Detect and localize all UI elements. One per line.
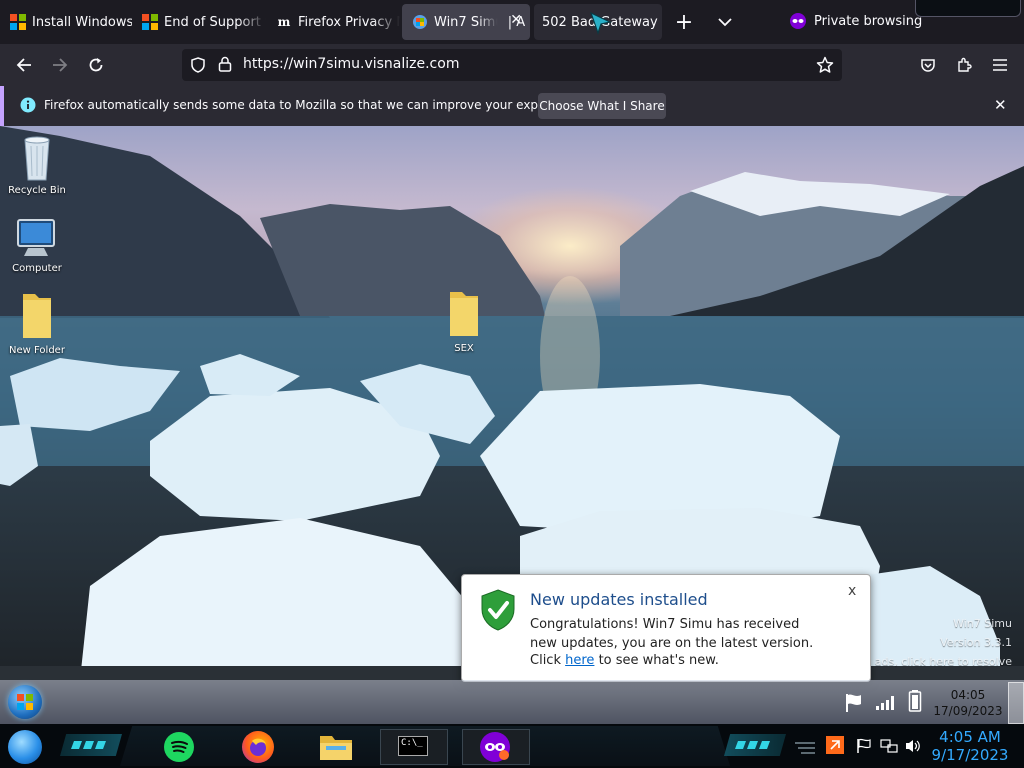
file-explorer-icon[interactable] bbox=[318, 732, 354, 762]
close-notification-icon[interactable]: ✕ bbox=[994, 96, 1007, 114]
chevron-down-icon[interactable] bbox=[710, 7, 740, 37]
extensions-puzzle-icon[interactable] bbox=[949, 50, 979, 80]
computer-icon bbox=[17, 219, 55, 256]
private-mask-icon bbox=[790, 13, 806, 29]
desktop-icon-computer[interactable]: Computer bbox=[2, 218, 72, 274]
mozilla-m-icon: m bbox=[277, 15, 291, 29]
system-time: 4:05 AM bbox=[939, 728, 1001, 746]
watermark-version: Version 3.3.1 bbox=[940, 636, 1012, 649]
notification-text: Firefox automatically sends some data to… bbox=[44, 98, 587, 112]
folder-icon bbox=[23, 294, 51, 338]
security-shield-check-icon bbox=[480, 589, 516, 635]
tab-win7-simu[interactable]: Win7 Simu | A ✕ bbox=[402, 4, 530, 40]
data-collection-notification-bar: Firefox automatically sends some data to… bbox=[0, 86, 1024, 126]
launcher-orb-button[interactable] bbox=[8, 730, 42, 764]
firefox-icon[interactable] bbox=[242, 731, 274, 763]
new-tab-icon[interactable]: + bbox=[669, 7, 699, 37]
toast-suffix-text: to see what's new. bbox=[598, 653, 719, 668]
tab-label: Install Windows bbox=[32, 14, 132, 30]
watermark[interactable]: Win7 Simu Version 3.3.1 ads, click here … bbox=[875, 614, 1012, 671]
tab-install-windows[interactable]: Install Windows bbox=[0, 4, 132, 40]
back-arrow-icon[interactable] bbox=[9, 50, 39, 80]
terminal-window-button[interactable]: C:\_ bbox=[380, 729, 448, 765]
action-center-flag-icon[interactable] bbox=[844, 692, 864, 718]
private-browsing-indicator: Private browsing bbox=[790, 13, 922, 29]
taskbar-date: 17/09/2023 bbox=[933, 704, 1003, 718]
close-tab-icon[interactable]: ✕ bbox=[510, 12, 522, 28]
lock-icon[interactable] bbox=[218, 56, 232, 76]
action-center-flag-icon[interactable] bbox=[856, 738, 872, 758]
private-browsing-label: Private browsing bbox=[814, 13, 923, 29]
windows-logo-icon bbox=[10, 14, 26, 30]
new-folder-label: New Folder bbox=[9, 345, 65, 356]
desktop-icon-sex-folder[interactable]: SEX bbox=[429, 288, 499, 354]
folder-icon bbox=[450, 292, 478, 336]
toast-click-text: Click bbox=[530, 653, 561, 668]
network-icon[interactable] bbox=[880, 738, 898, 758]
spotify-icon[interactable] bbox=[164, 732, 194, 762]
app-tray-icon[interactable] bbox=[826, 736, 844, 754]
system-date: 9/17/2023 bbox=[931, 746, 1009, 764]
toast-here-link[interactable]: here bbox=[565, 653, 594, 668]
tracking-protection-shield-icon[interactable] bbox=[190, 57, 206, 77]
recycle-bin-icon bbox=[24, 136, 50, 181]
url-text: https://win7simu.visnalize.com bbox=[243, 56, 460, 72]
info-icon bbox=[20, 97, 36, 117]
tab-502-bad-gateway[interactable]: 502 Bad Gateway bbox=[534, 4, 662, 40]
tab-end-of-support[interactable]: End of Support f bbox=[132, 4, 266, 40]
choose-what-i-share-button[interactable]: Choose What I Share bbox=[538, 93, 666, 119]
battery-icon[interactable] bbox=[908, 689, 922, 717]
bookmark-star-icon[interactable] bbox=[816, 56, 834, 78]
system-launcher-bar: C:\_ 4:05 AM 9/17/2023 bbox=[0, 724, 1024, 768]
update-toast: New updates installed Congratulations! W… bbox=[461, 574, 871, 682]
volume-icon[interactable] bbox=[904, 738, 922, 758]
hamburger-menu-icon[interactable] bbox=[985, 50, 1015, 80]
toast-title: New updates installed bbox=[530, 590, 708, 609]
private-mask-icon bbox=[480, 732, 510, 762]
mouse-cursor-icon bbox=[589, 11, 612, 35]
system-clock[interactable]: 4:05 AM 9/17/2023 bbox=[928, 728, 1012, 764]
reload-icon[interactable] bbox=[81, 50, 111, 80]
start-button[interactable] bbox=[8, 685, 42, 719]
forward-arrow-icon[interactable] bbox=[45, 50, 75, 80]
windows-logo-icon bbox=[142, 14, 158, 30]
taskbar: 04:05 17/09/2023 bbox=[0, 680, 1024, 724]
windows-flag-icon bbox=[17, 694, 33, 710]
url-bar[interactable]: https://win7simu.visnalize.com bbox=[182, 49, 842, 81]
watermark-activation-text: ads, click here to resolve bbox=[874, 655, 1012, 668]
tab-firefox-privacy[interactable]: m Firefox Privacy N bbox=[266, 4, 400, 40]
pocket-icon[interactable] bbox=[913, 50, 943, 80]
toast-close-button[interactable]: x bbox=[848, 583, 856, 599]
show-desktop-button[interactable] bbox=[1008, 682, 1024, 724]
watermark-title: Win7 Simu bbox=[953, 617, 1012, 630]
desktop-icon-recycle-bin[interactable]: Recycle Bin bbox=[2, 134, 72, 196]
terminal-icon: C:\_ bbox=[398, 736, 428, 756]
computer-label: Computer bbox=[12, 263, 62, 274]
toast-body: Congratulations! Win7 Simu has received … bbox=[530, 617, 814, 651]
desktop-icon-new-folder[interactable]: New Folder bbox=[2, 290, 72, 356]
launcher-decoration-left bbox=[60, 734, 122, 756]
toast-link-line: Click here to see what's new. bbox=[530, 653, 719, 668]
private-browser-window-button[interactable] bbox=[462, 729, 530, 765]
network-signal-icon[interactable] bbox=[875, 694, 897, 714]
recycle-bin-label: Recycle Bin bbox=[8, 185, 66, 196]
win7simu-favicon-icon bbox=[412, 14, 428, 30]
stack-lines-icon bbox=[793, 740, 817, 759]
navigation-toolbar: https://win7simu.visnalize.com bbox=[0, 44, 1024, 86]
sex-folder-label: SEX bbox=[454, 343, 474, 354]
launcher-decoration-right bbox=[724, 734, 786, 756]
taskbar-time: 04:05 bbox=[950, 688, 986, 702]
window-controls[interactable] bbox=[915, 0, 1021, 17]
taskbar-clock[interactable]: 04:05 17/09/2023 bbox=[930, 687, 1006, 719]
tab-strip: Install Windows End of Support f m Firef… bbox=[0, 0, 1024, 44]
